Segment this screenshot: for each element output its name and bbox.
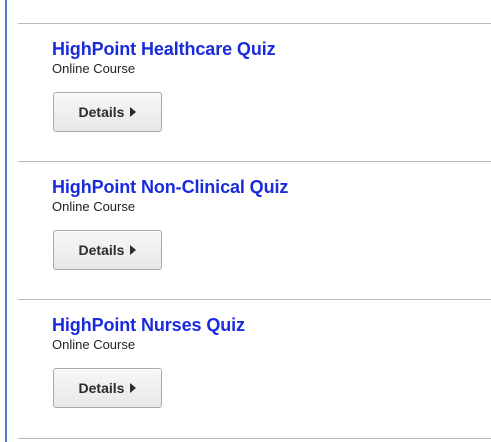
list-divider — [18, 438, 491, 439]
list-divider — [18, 299, 491, 300]
caret-right-icon — [130, 383, 137, 393]
course-title-link[interactable]: HighPoint Healthcare Quiz — [52, 38, 472, 60]
course-title-link[interactable]: HighPoint Non-Clinical Quiz — [52, 176, 472, 198]
details-button[interactable]: Details — [53, 92, 162, 132]
details-button[interactable]: Details — [53, 368, 162, 408]
course-item: HighPoint Non-Clinical Quiz Online Cours… — [52, 176, 472, 270]
caret-right-icon — [130, 107, 137, 117]
caret-right-icon — [130, 245, 137, 255]
course-item: HighPoint Healthcare Quiz Online Course … — [52, 38, 472, 132]
details-button-label: Details — [78, 104, 125, 120]
course-item: HighPoint Nurses Quiz Online Course Deta… — [52, 314, 472, 408]
details-button[interactable]: Details — [53, 230, 162, 270]
course-title-link[interactable]: HighPoint Nurses Quiz — [52, 314, 472, 336]
details-button-label: Details — [78, 242, 125, 258]
course-type-label: Online Course — [52, 199, 136, 214]
list-divider — [18, 23, 491, 24]
details-button-label: Details — [78, 380, 125, 396]
list-divider — [18, 161, 491, 162]
course-type-label: Online Course — [52, 337, 136, 352]
course-type-label: Online Course — [52, 61, 136, 76]
